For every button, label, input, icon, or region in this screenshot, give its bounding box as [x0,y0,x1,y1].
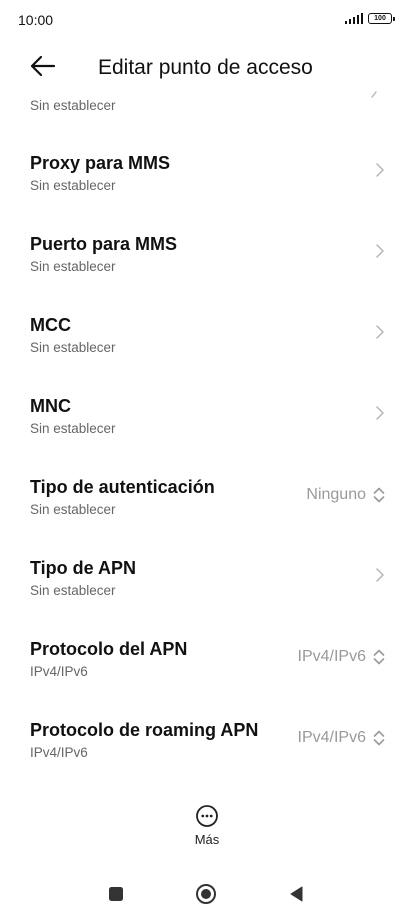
chevron-right-icon [376,325,384,339]
list-item-summary: Sin establecer [30,340,116,355]
recents-button[interactable] [102,880,130,908]
list-item-summary: IPv4/IPv6 [30,664,88,679]
page-title: Editar punto de acceso [98,56,313,79]
list-item-control [374,243,386,259]
list-item-title: Protocolo de roaming APN [30,720,259,740]
signal-icon [344,13,363,24]
up-down-icon [373,649,385,665]
list-item-value: IPv4/IPv6 [297,729,366,746]
more-button[interactable]: Más [180,804,234,850]
list-item[interactable]: Proxy para MMS Sin establecer [0,153,414,233]
list-item-control: IPv4/IPv6 [298,729,386,747]
list-item-control [374,324,386,340]
chevron-right-icon [376,406,384,420]
more-horiz-circle-icon [196,805,218,827]
list-item[interactable]: Tipo de autenticación Sin establecer Ningu… [0,477,414,557]
list-item[interactable]: MNC Sin establecer [0,396,414,476]
chevron-right-icon [376,163,384,177]
list-item-summary: Sin establecer [30,259,116,274]
list-item-summary: Sin establecer [30,583,116,598]
more-label: Más [194,832,220,847]
triangle-back-icon [290,886,303,902]
list-item-summary: IPv4/IPv6 [30,745,88,760]
list-item-control: Ninguno [306,486,386,504]
list-item-control [374,162,386,178]
list-item-value: Ninguno [306,486,366,503]
list-item-title: MNC [30,396,71,416]
circle-icon [196,884,216,904]
navigation-bar [0,870,414,916]
battery-icon: 100 [368,13,395,24]
list-item[interactable]: Puerto para MMS Sin establecer [0,234,414,314]
list-item-title: Tipo de APN [30,558,137,578]
list-item-control [374,405,386,421]
chevron-right-icon [371,91,377,98]
list-item-value: IPv4/IPv6 [297,648,366,665]
list-item-summary: Sin establecer [30,178,116,193]
chevron-right-icon [376,568,384,582]
chevron-right-icon [376,244,384,258]
battery-level: 100 [374,15,386,22]
square-icon [109,887,123,901]
list-item[interactable]: Protocolo de roaming APN IPv4/IPv6 IPv4/IP… [0,720,414,800]
list-item-title: MCC [30,315,71,335]
header: Editar punto de acceso [0,44,414,92]
status-bar: 10:00 100 [0,0,414,40]
up-down-icon [373,730,385,746]
list-item[interactable]: Tipo de APN Sin establecer [0,558,414,638]
list-item[interactable]: MCC Sin establecer [0,315,414,395]
list-item-title: Proxy para MMS [30,153,171,173]
back-nav-button[interactable] [282,880,310,908]
list-item-title: Tipo de autenticación [30,477,215,497]
back-button[interactable] [26,52,60,82]
list-item-control [374,567,386,583]
list-item-title: Puerto para MMS [30,234,178,254]
up-down-icon [373,487,385,503]
home-button[interactable] [192,880,220,908]
list-item-title: Protocolo del APN [30,639,188,659]
arrow-left-icon [30,55,56,77]
list-item-summary: Sin establecer [30,421,116,436]
status-time: 10:00 [18,12,54,28]
partial-item-summary: Sin establecer [30,98,116,113]
list-item[interactable]: Protocolo del APN IPv4/IPv6 IPv4/IPv6 [0,639,414,719]
list-item-control: IPv4/IPv6 [298,648,386,666]
list-item-summary: Sin establecer [30,502,116,517]
status-icons: 100 [344,13,395,24]
